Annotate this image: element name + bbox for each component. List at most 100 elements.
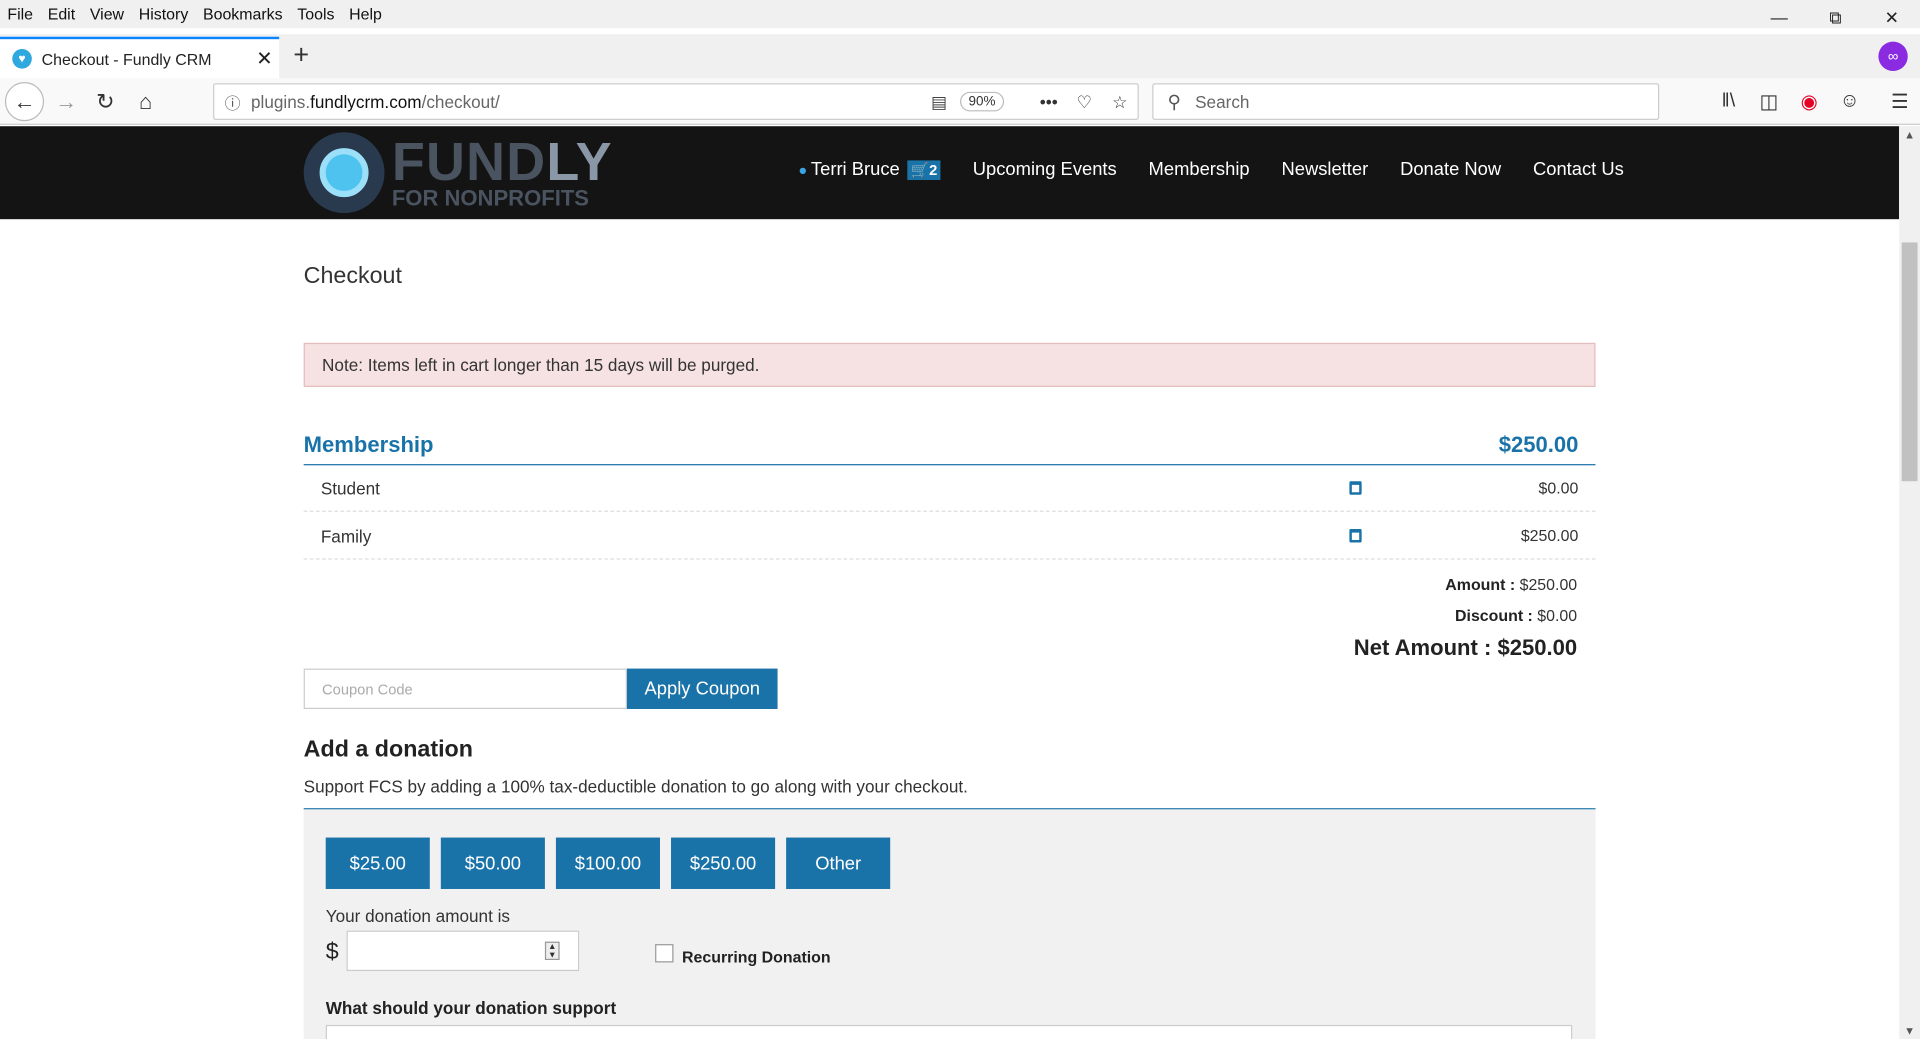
- web-page: FUNDLY FOR NONPROFITS ● Terri Bruce 🛒 2 U…: [0, 126, 1900, 1039]
- logo-word-ly: LY: [546, 132, 613, 193]
- scrollbar-thumb[interactable]: [1901, 242, 1918, 482]
- hamburger-menu-icon[interactable]: ☰: [1880, 83, 1920, 120]
- menu-edit[interactable]: Edit: [40, 5, 82, 23]
- apply-coupon-button[interactable]: Apply Coupon: [626, 668, 778, 709]
- toolbar-icons: ‖\ ◫ ◉ ☺ ☰: [1708, 83, 1920, 120]
- fundly-logo[interactable]: FUNDLY FOR NONPROFITS: [303, 132, 613, 214]
- navigation-bar: ← → ↻ ⌂ ⓘ plugins.fundlycrm.com/checkout…: [0, 78, 1920, 125]
- reader-view-icon[interactable]: ▤: [923, 91, 955, 112]
- donation-amount-label: Your donation amount is: [325, 906, 510, 926]
- cart-purge-note: Note: Items left in cart longer than 15 …: [303, 342, 1596, 387]
- amount-line: Amount : $250.00: [1445, 576, 1577, 594]
- library-icon[interactable]: ‖\: [1708, 83, 1748, 120]
- page-actions-icon[interactable]: •••: [1031, 92, 1067, 112]
- home-button[interactable]: ⌂: [126, 82, 165, 121]
- restore-icon[interactable]: ⧉: [1807, 0, 1863, 34]
- donation-support-select[interactable]: [325, 1024, 1573, 1039]
- logo-subtitle: FOR NONPROFITS: [391, 186, 589, 211]
- cart-item-row: Family $250.00: [303, 513, 1596, 560]
- nav-contact-us[interactable]: Contact Us: [1533, 159, 1624, 180]
- donation-option-50[interactable]: $50.00: [440, 837, 545, 889]
- reload-button[interactable]: ↻: [86, 82, 125, 121]
- cart-count: 2: [929, 161, 938, 179]
- search-icon: ⚲: [1167, 91, 1182, 113]
- menu-view[interactable]: View: [82, 5, 131, 23]
- item-name: Family: [320, 525, 372, 546]
- recurring-donation-label[interactable]: Recurring Donation: [682, 948, 831, 966]
- main-nav: ● Terri Bruce 🛒 2 Upcoming Events Members…: [798, 159, 1655, 180]
- close-window-icon[interactable]: ✕: [1864, 0, 1920, 34]
- section-total: $250.00: [1498, 432, 1579, 457]
- tab-checkout[interactable]: ♥ Checkout - Fundly CRM ✕: [0, 36, 280, 79]
- logo-heart-icon: [303, 132, 385, 214]
- cart-icon: 🛒: [910, 161, 930, 179]
- item-name: Student: [320, 478, 380, 498]
- cart-badge[interactable]: 🛒 2: [907, 159, 941, 180]
- private-mask-icon[interactable]: ∞: [1878, 41, 1908, 72]
- coupon-code-input[interactable]: Coupon Code: [303, 668, 627, 709]
- site-info-icon[interactable]: ⓘ: [214, 90, 251, 113]
- item-amount: $0.00: [1538, 478, 1579, 498]
- scroll-down-icon[interactable]: ▼: [1899, 1025, 1920, 1037]
- item-amount: $250.00: [1520, 526, 1579, 545]
- logo-word-fund: FUND: [391, 132, 547, 193]
- nav-donate-now[interactable]: Donate Now: [1400, 159, 1501, 180]
- donation-support-label: What should your donation support: [325, 997, 617, 1018]
- menu-help[interactable]: Help: [342, 5, 389, 23]
- favicon-icon: ♥: [12, 48, 32, 69]
- donation-option-other[interactable]: Other: [786, 837, 891, 889]
- donation-title: Add a donation: [303, 737, 473, 763]
- donation-amount-input[interactable]: ▲ ▼: [346, 930, 580, 972]
- sidebar-icon[interactable]: ◫: [1749, 83, 1789, 120]
- section-title: Membership: [303, 432, 434, 457]
- trash-icon[interactable]: [1349, 528, 1364, 543]
- user-name[interactable]: Terri Bruce: [811, 159, 900, 180]
- user-icon: ●: [798, 161, 808, 179]
- discount-value: $0.00: [1537, 606, 1578, 625]
- minimize-icon[interactable]: —: [1751, 0, 1807, 34]
- number-spinner-icon[interactable]: ▲ ▼: [544, 941, 560, 961]
- pinterest-icon[interactable]: ◉: [1789, 83, 1829, 120]
- menu-file[interactable]: File: [0, 5, 40, 23]
- menu-bookmarks[interactable]: Bookmarks: [196, 5, 290, 23]
- currency-symbol: $: [325, 939, 339, 965]
- discount-line: Discount : $0.00: [1455, 606, 1577, 624]
- recurring-donation-checkbox[interactable]: [655, 944, 674, 963]
- trash-icon[interactable]: [1349, 480, 1364, 496]
- cart-item-row: Student $0.00: [303, 465, 1596, 512]
- window-controls: — ⧉ ✕: [1751, 0, 1920, 34]
- back-button[interactable]: ←: [4, 82, 45, 122]
- nav-membership[interactable]: Membership: [1149, 159, 1250, 180]
- coupon-placeholder: Coupon Code: [322, 680, 413, 698]
- menu-history[interactable]: History: [131, 5, 195, 23]
- zoom-level[interactable]: 90%: [959, 91, 1005, 112]
- nav-newsletter[interactable]: Newsletter: [1281, 159, 1368, 180]
- nav-upcoming-events[interactable]: Upcoming Events: [973, 159, 1117, 180]
- url-bar[interactable]: ⓘ plugins.fundlycrm.com/checkout/ ▤ 90% …: [213, 83, 1139, 121]
- page-scrollbar[interactable]: ▲ ▼: [1899, 126, 1920, 1039]
- search-input[interactable]: ⚲ Search: [1152, 83, 1660, 121]
- donation-panel: $25.00 $50.00 $100.00 $250.00 Other Your…: [303, 809, 1596, 1039]
- account-icon[interactable]: ☺: [1829, 83, 1869, 120]
- bookmark-star-icon[interactable]: ☆: [1102, 91, 1138, 112]
- menu-bar: File Edit View History Bookmarks Tools H…: [0, 0, 1920, 29]
- forward-button[interactable]: →: [47, 82, 86, 121]
- discount-label: Discount :: [1455, 606, 1533, 625]
- pocket-icon[interactable]: ♡: [1067, 91, 1103, 112]
- search-placeholder: Search: [1195, 91, 1250, 112]
- donation-option-250[interactable]: $250.00: [671, 837, 776, 889]
- url-text[interactable]: plugins.fundlycrm.com/checkout/: [251, 92, 923, 112]
- net-label: Net Amount :: [1353, 635, 1492, 661]
- membership-section-header: Membership $250.00: [303, 432, 1596, 466]
- new-tab-button[interactable]: +: [287, 37, 316, 74]
- net-amount-line: Net Amount : $250.00: [1354, 636, 1577, 662]
- close-tab-icon[interactable]: ✕: [250, 47, 279, 71]
- donation-option-25[interactable]: $25.00: [325, 837, 430, 889]
- user-menu[interactable]: ● Terri Bruce 🛒 2: [798, 159, 941, 180]
- scroll-up-icon[interactable]: ▲: [1899, 129, 1920, 141]
- tab-title: Checkout - Fundly CRM: [41, 49, 212, 68]
- menu-tools[interactable]: Tools: [290, 5, 342, 23]
- amount-label: Amount :: [1445, 575, 1516, 594]
- donation-option-100[interactable]: $100.00: [555, 837, 661, 889]
- site-header: FUNDLY FOR NONPROFITS ● Terri Bruce 🛒 2 U…: [0, 126, 1900, 220]
